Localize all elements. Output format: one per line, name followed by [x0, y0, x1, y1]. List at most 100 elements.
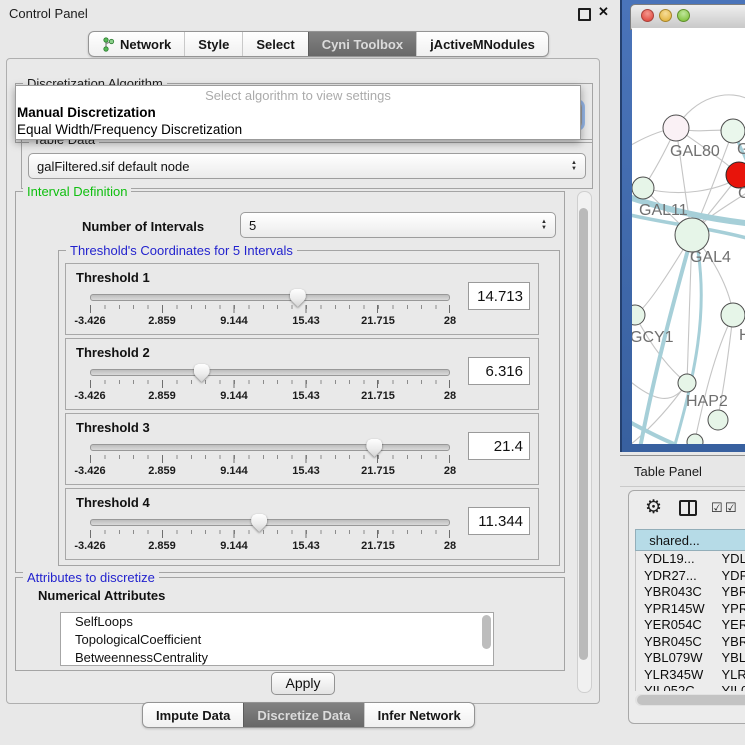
- node-partial-top[interactable]: [721, 119, 745, 143]
- attributes-group-title: Attributes to discretize: [23, 570, 159, 585]
- list-item-betweennesscentrality[interactable]: BetweennessCentrality: [61, 649, 493, 666]
- list-item-topologicalcoefficient[interactable]: TopologicalCoefficient: [61, 631, 493, 649]
- threshold-3-slider[interactable]: -3.426 2.859 9.144 15.43 21.715 28: [90, 440, 450, 478]
- algorithm-dropdown-popup: Select algorithm to view settings Manual…: [15, 85, 581, 140]
- slider-thumb[interactable]: [290, 289, 306, 307]
- checkbox-icon[interactable]: ☑: [711, 500, 723, 516]
- control-panel-tabs: Network Style Select Cyni Toolbox jActiv…: [88, 31, 549, 57]
- apply-button[interactable]: Apply: [271, 672, 335, 695]
- threshold-1-slider[interactable]: -3.426 2.859 9.144 15.43 21.715 28: [90, 290, 450, 328]
- table-row[interactable]: YER054CYER0...: [636, 617, 745, 634]
- tab-style[interactable]: Style: [184, 32, 242, 56]
- node-gal11[interactable]: [632, 177, 654, 199]
- slider-track: [90, 519, 450, 526]
- label-c-partial: C: [738, 185, 745, 202]
- table-horizontal-scrollbar-thumb[interactable]: [637, 695, 745, 705]
- window-title: Control Panel: [9, 6, 88, 21]
- number-of-intervals-value: 5: [249, 218, 256, 233]
- threshold-3-value-field[interactable]: 21.4: [468, 432, 530, 460]
- threshold-4-label: Threshold 4: [76, 495, 150, 510]
- interval-definition-group-title: Interval Definition: [23, 184, 131, 199]
- threshold-2-value-field[interactable]: 6.316: [468, 357, 530, 385]
- threshold-4-panel: Threshold 4 -3.426 2.859 9.144 15.43 21.…: [65, 488, 539, 560]
- screen: Control Panel ✕ Network Style Select Cyn…: [0, 0, 745, 745]
- slider-scale: -3.426 2.859 9.144 15.43 21.715 28: [90, 390, 450, 402]
- node-gal4[interactable]: [675, 218, 709, 252]
- algorithm-placeholder-option[interactable]: Select algorithm to view settings: [16, 86, 580, 104]
- tab-infer-network[interactable]: Infer Network: [364, 703, 474, 727]
- attributes-group: Attributes to discretize Numerical Attri…: [15, 577, 565, 671]
- column-header-shared-name[interactable]: shared...: [635, 529, 713, 551]
- gear-icon[interactable]: ⚙: [645, 496, 662, 519]
- table-row[interactable]: YBR045CYBR0...: [636, 634, 745, 651]
- minimize-traffic-light[interactable]: [659, 9, 672, 22]
- threshold-1-value-field[interactable]: 14.713: [468, 282, 530, 310]
- numerical-attributes-list: SelfLoops TopologicalCoefficient Between…: [60, 612, 494, 666]
- combo-arrows-icon: ▲▼: [571, 161, 577, 172]
- table-data-group: Table Data galFiltered.sif default node …: [21, 139, 593, 189]
- network-view-window[interactable]: GAL80 G C GAL11 GAL4 GCY1 H HAP2: [620, 0, 745, 452]
- panel-scrollbar-thumb[interactable]: [579, 208, 588, 660]
- slider-thumb[interactable]: [366, 439, 382, 457]
- table-panel-body: ⚙ ☑ ☑ shared... n... YDL19...YDL1... YDR…: [628, 490, 745, 724]
- cyni-toolbox-panel: Discretization Algorithm ▲▼ Select algor…: [6, 58, 600, 704]
- table-horizontal-scrollbar[interactable]: [635, 694, 745, 706]
- slider-track: [90, 294, 450, 301]
- label-h-partial: H: [739, 327, 745, 344]
- zoom-traffic-light[interactable]: [677, 9, 690, 22]
- close-traffic-light[interactable]: [641, 9, 654, 22]
- table-row[interactable]: YIL052CYIL0...: [636, 683, 745, 691]
- checkbox-icon[interactable]: ☑: [725, 500, 737, 516]
- slider-track: [90, 369, 450, 376]
- float-window-icon[interactable]: [578, 8, 591, 21]
- table-row[interactable]: YPR145WYPR1...: [636, 601, 745, 618]
- list-item-selfloops[interactable]: SelfLoops: [61, 613, 493, 631]
- column-header-name[interactable]: n...: [713, 529, 745, 551]
- table-row[interactable]: YLR345WYLR3...: [636, 667, 745, 684]
- table-panel-title: Table Panel: [634, 464, 702, 479]
- number-of-intervals-combobox[interactable]: 5 ▲▼: [240, 212, 556, 238]
- table-row[interactable]: YBL079WYBL0...: [636, 650, 745, 667]
- table-row[interactable]: YDL19...YDL1...: [636, 551, 745, 568]
- tab-cyni-toolbox[interactable]: Cyni Toolbox: [308, 32, 416, 56]
- option-equal-width-frequency[interactable]: Equal Width/Frequency Discretization: [16, 121, 580, 138]
- table-row[interactable]: YBR043CYBR0...: [636, 584, 745, 601]
- slider-scale: -3.426 2.859 9.144 15.43 21.715 28: [90, 540, 450, 552]
- label-g-partial: G: [737, 141, 745, 158]
- tab-select[interactable]: Select: [242, 32, 307, 56]
- columns-icon[interactable]: [679, 500, 697, 516]
- option-manual-discretization[interactable]: Manual Discretization: [16, 104, 580, 121]
- combo-arrows-icon: ▲▼: [541, 220, 547, 231]
- tab-impute-data[interactable]: Impute Data: [143, 703, 243, 727]
- threshold-4-slider[interactable]: -3.426 2.859 9.144 15.43 21.715 28: [90, 515, 450, 553]
- threshold-3-panel: Threshold 3 -3.426 2.859 9.144 15.43 21.…: [65, 413, 539, 485]
- table-row[interactable]: YDR27...YDR2...: [636, 568, 745, 585]
- panel-scrollbar[interactable]: [577, 191, 592, 693]
- node-bottom-edge[interactable]: [687, 434, 703, 444]
- threshold-1-label: Threshold 1: [76, 270, 150, 285]
- close-icon[interactable]: ✕: [598, 4, 609, 20]
- slider-scale: -3.426 2.859 9.144 15.43 21.715 28: [90, 315, 450, 327]
- node-gal80[interactable]: [663, 115, 689, 141]
- network-canvas[interactable]: GAL80 G C GAL11 GAL4 GCY1 H HAP2: [632, 28, 745, 444]
- network-window-titlebar: [630, 4, 745, 30]
- node-hap2[interactable]: [678, 374, 696, 392]
- threshold-4-value-field[interactable]: 11.344: [468, 507, 530, 535]
- threshold-3-label: Threshold 3: [76, 420, 150, 435]
- label-gal11: GAL11: [639, 202, 688, 219]
- list-scrollbar[interactable]: [482, 615, 491, 649]
- tab-discretize-data[interactable]: Discretize Data: [243, 703, 363, 727]
- numerical-attributes-label: Numerical Attributes: [38, 588, 165, 603]
- slider-thumb[interactable]: [251, 514, 267, 532]
- node-h[interactable]: [721, 303, 745, 327]
- threshold-2-slider[interactable]: -3.426 2.859 9.144 15.43 21.715 28: [90, 365, 450, 403]
- tab-jactivemnodules[interactable]: jActiveMNodules: [416, 32, 548, 56]
- table-header-row: shared... n...: [635, 529, 745, 551]
- node-bottom[interactable]: [708, 410, 728, 430]
- table-toolbar: ⚙ ☑ ☑: [629, 491, 745, 527]
- slider-scale: -3.426 2.859 9.144 15.43 21.715 28: [90, 465, 450, 477]
- tab-network[interactable]: Network: [89, 32, 184, 56]
- label-gal80: GAL80: [670, 143, 720, 160]
- table-data-combobox[interactable]: galFiltered.sif default node ▲▼: [28, 153, 586, 179]
- slider-thumb[interactable]: [194, 364, 210, 382]
